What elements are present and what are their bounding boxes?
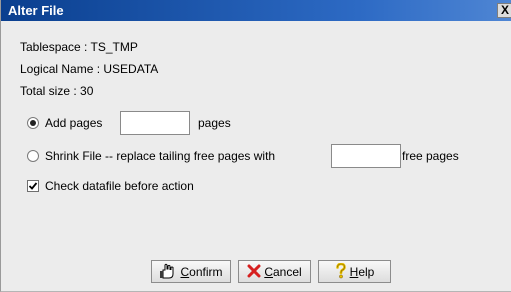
question-icon [335, 262, 347, 281]
help-button[interactable]: Help [318, 260, 391, 283]
shrink-pages-input[interactable] [331, 144, 401, 168]
confirm-button[interactable]: Confirm [151, 260, 231, 283]
hand-icon [159, 263, 177, 281]
cancel-button[interactable]: Cancel [238, 260, 311, 283]
tablespace-label: Tablespace : TS_TMP [20, 40, 138, 54]
logical-name-label: Logical Name : USEDATA [20, 62, 159, 76]
check-datafile-label: Check datafile before action [45, 179, 194, 193]
help-button-label: Help [349, 264, 375, 279]
radio-selected-dot [30, 120, 36, 126]
title-bar[interactable]: Alter File X [1, 0, 511, 21]
confirm-button-label: Confirm [180, 264, 223, 279]
total-size-label: Total size : 30 [20, 84, 94, 98]
red-x-icon [247, 264, 261, 280]
alter-file-dialog: Alter File X Tablespace : TS_TMP Logical… [0, 0, 511, 292]
cancel-button-label: Cancel [264, 264, 302, 279]
add-pages-radio[interactable] [27, 117, 39, 129]
add-pages-input[interactable] [120, 111, 190, 135]
dialog-title: Alter File [8, 3, 64, 18]
shrink-file-suffix: free pages [402, 149, 459, 163]
shrink-file-radio[interactable] [27, 150, 39, 162]
close-icon: X [500, 3, 509, 17]
check-datafile-checkbox[interactable] [27, 180, 39, 192]
add-pages-label: Add pages [45, 116, 103, 130]
close-button[interactable]: X [497, 3, 511, 18]
add-pages-suffix: pages [198, 116, 231, 130]
checkmark-icon [28, 182, 38, 190]
shrink-file-label: Shrink File -- replace tailing free page… [45, 149, 276, 163]
